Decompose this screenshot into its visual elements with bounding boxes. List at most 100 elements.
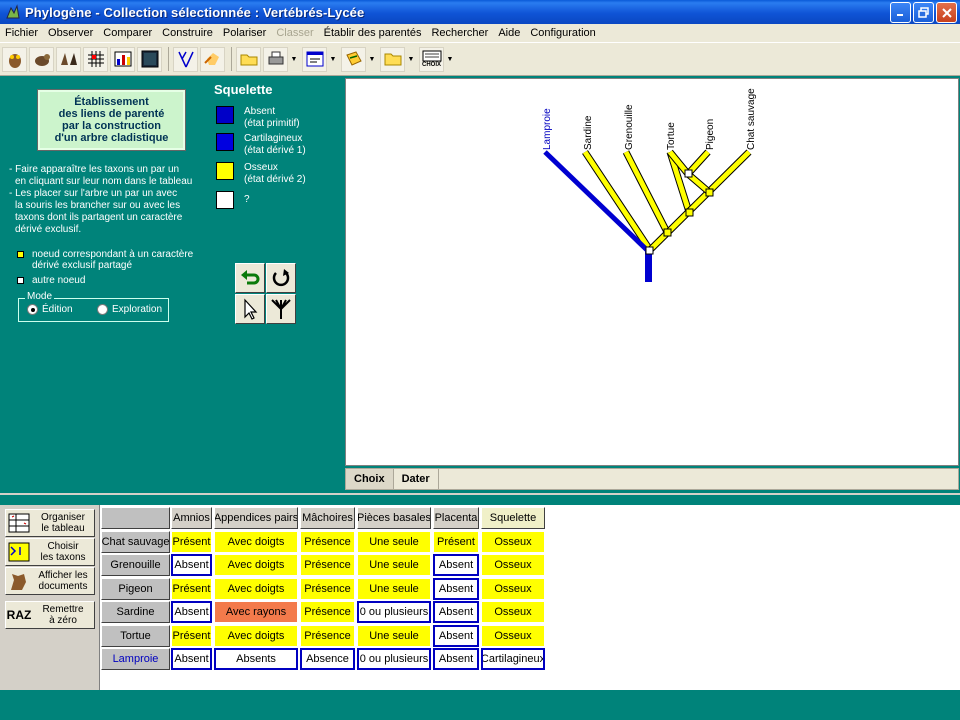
menu-item[interactable]: Configuration	[525, 27, 600, 39]
menu-item[interactable]: Rechercher	[426, 27, 493, 39]
show-documents-button[interactable]: Afficher les documents	[5, 567, 95, 595]
table-cell[interactable]: Avec rayons	[214, 601, 298, 623]
table-cell[interactable]: Une seule	[357, 624, 431, 647]
row-header[interactable]: Lamproie	[101, 648, 170, 670]
table-cell[interactable]: Osseux	[481, 577, 545, 600]
close-button[interactable]	[936, 2, 957, 23]
table-cell[interactable]: Avec doigts	[214, 624, 298, 647]
table-cell[interactable]: Présence	[300, 554, 355, 576]
tree-node[interactable]	[705, 188, 714, 197]
table-cell[interactable]: Absent	[433, 577, 479, 600]
table-cell[interactable]: Avec doigts	[214, 554, 298, 576]
pointer-tool-button[interactable]	[235, 294, 265, 324]
table-cell[interactable]: Présence	[300, 577, 355, 600]
organise-table-button[interactable]: Organiser le tableau	[5, 509, 95, 537]
toolbar-button-rodent[interactable]	[29, 46, 54, 72]
tree-node[interactable]	[645, 246, 654, 255]
table-cell[interactable]: Osseux	[481, 554, 545, 576]
mode-explore-radio[interactable]: Exploration	[97, 304, 162, 315]
choose-taxa-button[interactable]: Choisir les taxons	[5, 538, 95, 566]
taxon-label[interactable]: Sardine	[583, 115, 594, 150]
table-cell[interactable]: Osseux	[481, 624, 545, 647]
panel-divider[interactable]	[0, 493, 960, 505]
table-cell[interactable]: Une seule	[357, 577, 431, 600]
table-cell[interactable]: Présent	[171, 530, 212, 553]
toolbar-button-windows[interactable]	[302, 46, 327, 72]
tree-node[interactable]	[684, 169, 693, 178]
table-cell[interactable]: Présent	[171, 624, 212, 647]
tree-node[interactable]	[663, 228, 672, 237]
table-cell[interactable]: Cartilagineux	[481, 648, 545, 670]
column-header[interactable]: Mâchoires	[300, 507, 355, 529]
row-header[interactable]: Tortue	[101, 624, 170, 647]
table-cell[interactable]: Absent	[171, 648, 212, 670]
tab-dater[interactable]: Dater	[394, 469, 439, 489]
toolbar-dropdown-print[interactable]: ▼	[290, 47, 298, 72]
column-header[interactable]: Placenta	[433, 507, 479, 529]
table-cell[interactable]: 0 ou plusieurs	[357, 601, 431, 623]
table-cell[interactable]: Absent	[433, 648, 479, 670]
column-header[interactable]: Pièces basales	[357, 507, 431, 529]
taxon-label[interactable]: Tortue	[666, 122, 677, 150]
toolbar-button-documents[interactable]	[341, 46, 366, 72]
taxon-label[interactable]: Lamproie	[542, 108, 553, 150]
tree-canvas[interactable]: Lamproie Sardine Grenouille Tortue Pigeo…	[345, 78, 959, 466]
toolbar-button-birds[interactable]	[56, 46, 81, 72]
menu-item[interactable]: Aide	[493, 27, 525, 39]
toolbar-dropdown-folder[interactable]: ▼	[407, 47, 415, 72]
branch-tool-button[interactable]	[266, 294, 296, 324]
table-cell[interactable]: Absence	[300, 648, 355, 670]
table-cell[interactable]: Absent	[171, 601, 212, 623]
toolbar-dropdown-windows[interactable]: ▼	[329, 47, 337, 72]
menu-item[interactable]: Construire	[157, 27, 218, 39]
rotate-button[interactable]	[266, 263, 296, 293]
table-cell[interactable]: Absent	[433, 624, 479, 647]
menu-item[interactable]: Polariser	[218, 27, 271, 39]
toolbar-dropdown-documents[interactable]: ▼	[368, 47, 376, 72]
minimize-button[interactable]	[890, 2, 911, 23]
reset-button[interactable]: RAZ Remettre à zéro	[5, 601, 95, 629]
table-cell[interactable]: Absent	[433, 601, 479, 623]
toolbar-button-open[interactable]	[236, 46, 261, 72]
toolbar-button-choix[interactable]: CHOIX	[419, 46, 444, 72]
row-header[interactable]: Chat sauvage	[101, 530, 170, 553]
table-cell[interactable]: Osseux	[481, 530, 545, 553]
column-header[interactable]: Appendices pairs	[214, 507, 298, 529]
restore-button[interactable]	[913, 2, 934, 23]
table-cell[interactable]: Absent	[433, 554, 479, 576]
undo-button[interactable]	[235, 263, 265, 293]
table-cell[interactable]: Avec doigts	[214, 530, 298, 553]
table-cell[interactable]: Présence	[300, 530, 355, 553]
toolbar-button-chart[interactable]	[110, 46, 135, 72]
table-cell[interactable]: Présent	[433, 530, 479, 553]
menu-item[interactable]: Fichier	[0, 27, 43, 39]
menu-item[interactable]: Comparer	[98, 27, 157, 39]
menu-item[interactable]: Établir des parentés	[319, 27, 427, 39]
toolbar-button-folder[interactable]	[380, 46, 405, 72]
toolbar-button-grid[interactable]	[83, 46, 108, 72]
toolbar-dropdown-choix[interactable]: ▼	[446, 47, 454, 72]
table-cell[interactable]: Absent	[171, 554, 212, 576]
menu-item[interactable]: Observer	[43, 27, 98, 39]
toolbar-button-branch[interactable]	[173, 46, 198, 72]
table-cell[interactable]: Présent	[171, 577, 212, 600]
column-header[interactable]: Squelette	[481, 507, 545, 529]
toolbar-button-hand[interactable]	[200, 46, 225, 72]
column-header[interactable]: Amnios	[171, 507, 212, 529]
table-cell[interactable]: 0 ou plusieurs	[357, 648, 431, 670]
row-header[interactable]: Sardine	[101, 601, 170, 623]
table-cell[interactable]: Absents	[214, 648, 298, 670]
menu-item[interactable]: Classer	[271, 27, 318, 39]
taxon-label[interactable]: Chat sauvage	[746, 88, 757, 150]
taxon-label[interactable]: Grenouille	[624, 104, 635, 150]
toolbar-button-owl[interactable]	[2, 46, 27, 72]
tree-node[interactable]	[685, 208, 694, 217]
table-cell[interactable]: Avec doigts	[214, 577, 298, 600]
row-header[interactable]: Grenouille	[101, 554, 170, 576]
toolbar-button-print[interactable]	[263, 46, 288, 72]
toolbar-button-screen[interactable]	[137, 46, 162, 72]
tab-choix[interactable]: Choix	[346, 469, 394, 489]
table-cell[interactable]: Présence	[300, 624, 355, 647]
table-cell[interactable]: Osseux	[481, 601, 545, 623]
table-cell[interactable]: Une seule	[357, 554, 431, 576]
